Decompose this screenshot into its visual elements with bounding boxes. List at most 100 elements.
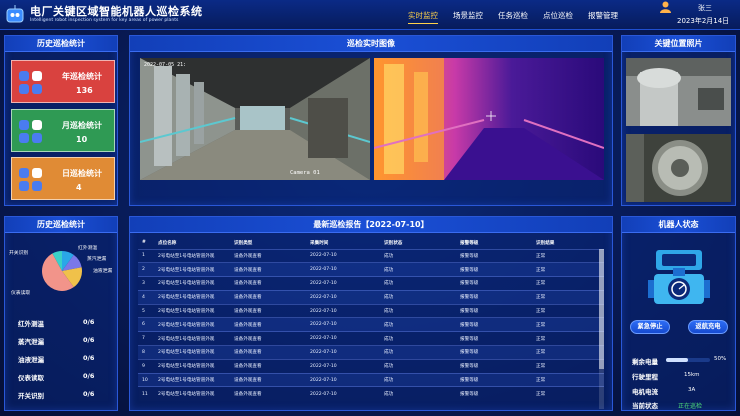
battery-value: 50%: [714, 356, 727, 362]
table-row[interactable]: 9 2号电站至1号电站管道外观 设备外观查看 2022-07-10 成功 报警等级 正常: [138, 358, 604, 374]
table-scrollbar[interactable]: [599, 249, 604, 409]
thermal-image: [374, 58, 604, 180]
table-cell: 10: [138, 372, 154, 387]
motor-current-value: 3A: [688, 387, 696, 393]
key-photo-1[interactable]: [626, 58, 731, 126]
mileage-label: 行驶里程: [632, 373, 658, 381]
table-cell: 2022-07-10: [306, 317, 380, 332]
table-header-cell: 识别类型: [234, 240, 253, 246]
table-cell: 报警等级: [456, 317, 532, 332]
table-row[interactable]: 1 2号电站至1号电站管道外观 设备外观查看 2022-07-10 成功 报警等级 正常: [138, 248, 604, 263]
table-cell: 1: [138, 248, 154, 263]
report-title: 最新巡检报告【2022-07-10】: [130, 217, 612, 233]
stat-row-steam: 蒸汽泄漏 0/6: [18, 336, 108, 346]
key-photos-panel: 关键位置照片: [621, 35, 736, 206]
nav-tab-scene[interactable]: 场景监控: [453, 10, 483, 24]
battery-label: 剩余电量: [632, 358, 658, 366]
table-cell: 2号电站至1号电站管道外观: [154, 248, 230, 263]
stat-value: 0/6: [83, 336, 95, 344]
scrollbar-thumb[interactable]: [599, 249, 604, 369]
table-cell: 2022-07-10: [306, 276, 380, 291]
app-subtitle: Intelligent robot inspection system for …: [30, 18, 179, 23]
history-stats-panel: 历史巡检统计 年巡检统计 136 月巡检统计 10 日巡检统计 4: [4, 35, 118, 206]
table-cell: 成功: [380, 386, 456, 401]
table-cell: 2022-07-10: [306, 372, 380, 387]
grid-icon: [19, 120, 42, 143]
stat-value: 0/6: [83, 372, 95, 380]
return-charge-button[interactable]: 返航充电: [688, 320, 728, 334]
stat-value: 0/6: [83, 354, 95, 362]
table-cell: 成功: [380, 289, 456, 305]
month-stat-card: 月巡检统计 10: [11, 109, 115, 152]
current-state-label: 当前状态: [632, 402, 658, 410]
table-cell: 2022-07-10: [306, 345, 380, 360]
month-stat-value: 10: [76, 135, 88, 144]
user-avatar-icon[interactable]: [660, 1, 671, 13]
table-cell: 8: [138, 345, 154, 360]
table-cell: 成功: [380, 345, 456, 360]
table-row[interactable]: 3 2号电站至1号电站管道外观 设备外观查看 2022-07-10 成功 报警等级 正常: [138, 276, 604, 291]
stat-label: 油液泄漏: [18, 356, 44, 364]
table-cell: 4: [138, 289, 154, 305]
robot-status-title: 机器人状态: [622, 217, 735, 233]
year-stat-value: 136: [76, 86, 93, 95]
table-row[interactable]: 11 2号电站至1号电站管道外观 设备外观查看 2022-07-10 成功 报警等级 正常: [138, 386, 604, 401]
key-photo-2[interactable]: [626, 134, 731, 202]
table-cell: 设备外观查看: [230, 303, 306, 318]
table-cell: 2号电站至1号电站管道外观: [154, 303, 230, 318]
table-cell: 成功: [380, 317, 456, 332]
table-row[interactable]: 8 2号电站至1号电站管道外观 设备外观查看 2022-07-10 成功 报警等级 正常: [138, 345, 604, 360]
table-cell: 成功: [380, 331, 456, 346]
grid-icon: [19, 71, 42, 94]
table-cell: 正常: [532, 331, 604, 346]
table-row[interactable]: 4 2号电站至1号电站管道外观 设备外观查看 2022-07-10 成功 报警等级 正常: [138, 289, 604, 305]
stat-value: 0/6: [83, 318, 95, 326]
inspection-type-panel: 历史巡检统计 开关识别 红外测温 蒸汽泄漏 油液泄漏 仪表读取 红外测温 0/6 …: [4, 216, 118, 411]
table-row[interactable]: 10 2号电站至1号电站管道外观 设备外观查看 2022-07-10 成功 报警等级 正常: [138, 372, 604, 387]
table-cell: 2号电站至1号电站管道外观: [154, 372, 230, 387]
nav-tab-alarm[interactable]: 报警管理: [588, 10, 618, 24]
camera-label: Camera 01: [290, 170, 320, 176]
table-cell: 成功: [380, 262, 456, 277]
table-cell: 2号电站至1号电站管道外观: [154, 262, 230, 277]
inspection-type-title: 历史巡检统计: [5, 217, 117, 233]
table-cell: 报警等级: [456, 372, 532, 387]
table-cell: 正常: [532, 262, 604, 277]
table-cell: 设备外观查看: [230, 358, 306, 374]
table-cell: 2022-07-10: [306, 262, 380, 277]
stat-label: 蒸汽泄漏: [18, 338, 44, 346]
table-cell: 正常: [532, 372, 604, 387]
report-panel: 最新巡检报告【2022-07-10】 # 点位名称 识别类型 采集时间 识别状态 报警等级…: [129, 216, 613, 411]
table-cell: 设备外观查看: [230, 289, 306, 305]
nav-tab-task[interactable]: 任务巡检: [498, 10, 528, 24]
table-cell: 6: [138, 317, 154, 332]
table-row[interactable]: 2 2号电站至1号电站管道外观 设备外观查看 2022-07-10 成功 报警等级 正常: [138, 262, 604, 277]
camera-panel-title: 巡检实时图像: [130, 36, 612, 52]
motor-current-label: 电机电流: [632, 388, 658, 396]
table-cell: 2022-07-10: [306, 331, 380, 346]
dashboard: 电厂关键区域智能机器人巡检系统 Intelligent robot inspec…: [0, 0, 740, 416]
table-cell: 报警等级: [456, 345, 532, 360]
table-cell: 报警等级: [456, 331, 532, 346]
table-row[interactable]: 7 2号电站至1号电站管道外观 设备外观查看 2022-07-10 成功 报警等级 正常: [138, 331, 604, 346]
inspection-pie-chart: [42, 251, 82, 291]
table-cell: 正常: [532, 276, 604, 291]
history-stats-title: 历史巡检统计: [5, 36, 117, 52]
stat-label: 仪表读取: [18, 374, 44, 382]
emergency-stop-button[interactable]: 紧急停止: [630, 320, 670, 334]
current-date: 2023年2月14日: [677, 17, 730, 25]
visible-camera-feed[interactable]: Camera 01 2022-07-05 21:: [140, 58, 370, 180]
table-header-row: # 点位名称 识别类型 采集时间 识别状态 报警等级 识别结果: [138, 237, 604, 249]
table-cell: 报警等级: [456, 386, 532, 401]
table-row[interactable]: 6 2号电站至1号电站管道外观 设备外观查看 2022-07-10 成功 报警等级 正常: [138, 317, 604, 332]
table-row[interactable]: 5 2号电站至1号电站管道外观 设备外观查看 2022-07-10 成功 报警等级 正常: [138, 303, 604, 318]
stat-row-switch: 开关识别 0/6: [18, 390, 108, 400]
thermal-camera-feed[interactable]: [374, 58, 604, 180]
nav-tab-point[interactable]: 点位巡检: [543, 10, 573, 24]
nav-tab-realtime[interactable]: 实时监控: [408, 10, 438, 24]
stat-row-oil: 油液泄漏 0/6: [18, 354, 108, 364]
table-cell: 设备外观查看: [230, 345, 306, 360]
report-table-wrap[interactable]: # 点位名称 识别类型 采集时间 识别状态 报警等级 识别结果 1 2号电站至1号电站管道外观…: [138, 237, 604, 409]
table-header-cell: #: [142, 240, 146, 246]
user-name[interactable]: 张三: [698, 3, 712, 13]
